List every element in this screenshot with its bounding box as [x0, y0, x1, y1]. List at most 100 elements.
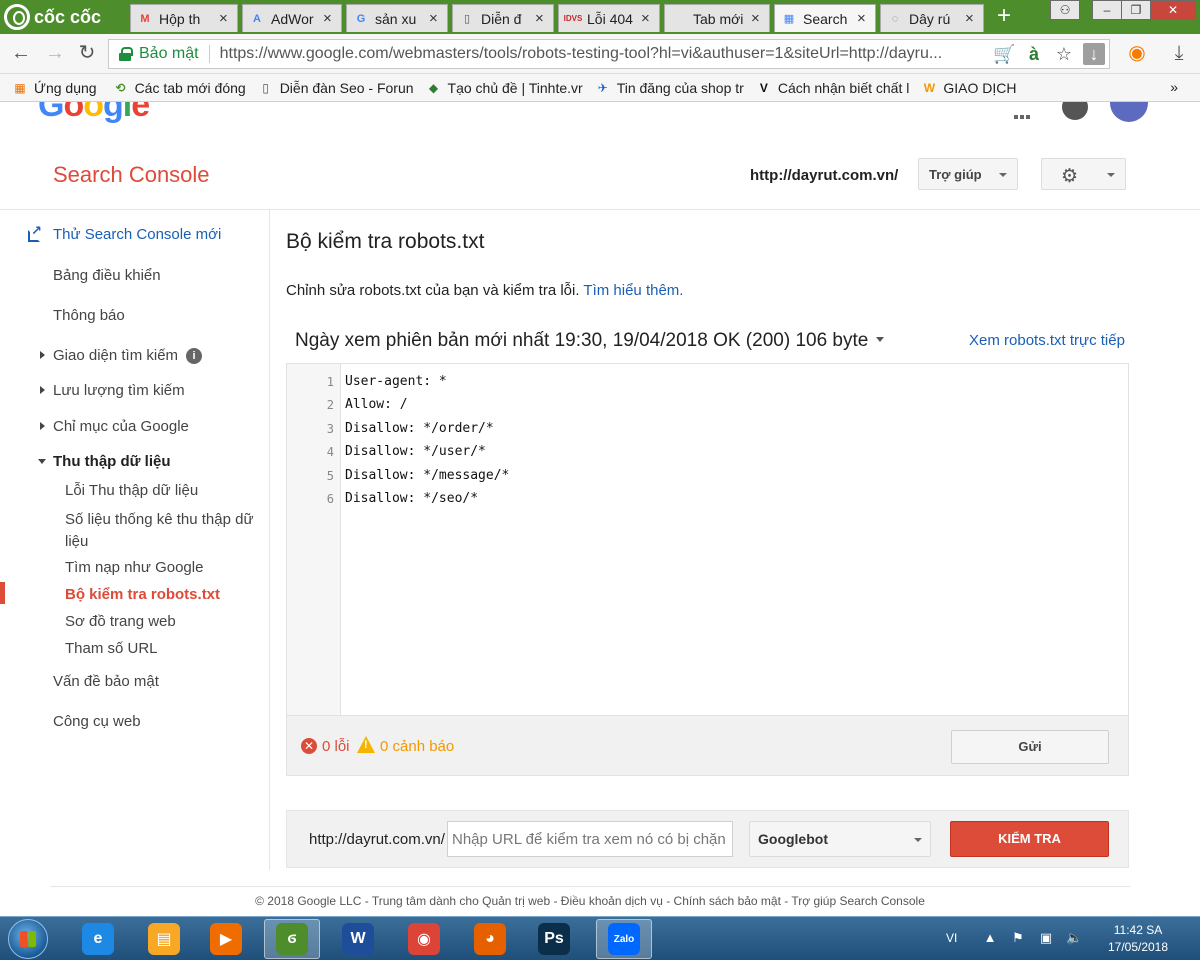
translate-icon[interactable]: à — [1023, 43, 1045, 65]
test-url-input[interactable] — [447, 821, 733, 857]
close-tab-icon[interactable]: × — [751, 10, 763, 27]
new-tab-button[interactable]: + — [992, 4, 1016, 29]
close-tab-icon[interactable]: × — [965, 10, 977, 27]
taskbar-app[interactable]: ϭ — [264, 919, 320, 959]
user-agent-select[interactable]: Googlebot — [749, 821, 931, 857]
shopping-cart-icon[interactable]: 🛒 — [993, 43, 1015, 65]
start-button[interactable] — [8, 919, 48, 959]
taskbar-app[interactable]: W — [330, 919, 386, 959]
code-line[interactable]: Disallow: */message/* — [345, 468, 509, 483]
sidebar-item-web-tools[interactable]: Công cụ web — [53, 713, 141, 730]
bookmark-item[interactable]: ⟲ Các tab mới đóng — [113, 80, 246, 96]
google-logo[interactable]: Google — [38, 102, 150, 125]
bookmark-item[interactable]: V Cách nhận biết chất l — [756, 80, 910, 96]
more-bookmarks-icon[interactable]: » — [1170, 79, 1178, 95]
close-tab-icon[interactable]: × — [429, 10, 441, 27]
page-title[interactable]: Search Console — [53, 162, 210, 188]
tray-expand-icon[interactable]: ▲ — [982, 931, 998, 945]
settings-button[interactable]: ⚙ — [1041, 158, 1126, 190]
extension-icon[interactable]: ◉ — [1126, 42, 1148, 64]
browser-tab[interactable]: Tab mới × — [664, 4, 770, 32]
site-selector[interactable]: http://dayrut.com.vn/ — [750, 167, 898, 184]
taskbar-app[interactable]: Zalo — [596, 919, 652, 959]
code-line[interactable]: Allow: / — [345, 397, 408, 412]
forward-arrow-icon[interactable]: → — [44, 42, 66, 64]
bookmark-item[interactable]: ▯ Diễn đàn Seo - Forun — [258, 79, 414, 96]
sidebar-item-google-index[interactable]: Chỉ mục của Google — [40, 418, 189, 435]
taskbar-app[interactable]: ◕ — [462, 919, 518, 959]
taskbar-app[interactable]: Ps — [526, 919, 582, 959]
volume-icon[interactable]: 🔈 — [1066, 931, 1082, 945]
submit-button[interactable]: Gửi — [951, 730, 1109, 764]
system-clock[interactable]: 11:42 SA 17/05/2018 — [1096, 922, 1180, 956]
sidebar-subitem-crawl-stats[interactable]: Số liệu thống kê thu thập dữ liệu — [65, 509, 265, 553]
back-arrow-icon[interactable]: ← — [10, 42, 32, 64]
footer-links[interactable]: © 2018 Google LLC - Trung tâm dành cho Q… — [0, 894, 1180, 908]
browser-tab[interactable]: ◌ Dây rú × — [880, 4, 984, 32]
code-line[interactable]: Disallow: */seo/* — [345, 491, 478, 506]
learn-more-link[interactable]: Tìm hiểu thêm. — [583, 282, 683, 299]
sidebar-subitem-fetch-as-google[interactable]: Tìm nạp như Google — [65, 559, 203, 576]
bookmark-item[interactable]: ✈ Tin đăng của shop tr — [595, 80, 744, 96]
minimize-button[interactable]: – — [1092, 0, 1122, 20]
bookmark-item[interactable]: W GIAO DỊCH — [921, 80, 1017, 96]
test-button[interactable]: KIỂM TRA — [950, 821, 1109, 857]
browser-tab[interactable]: ▦ Search × — [774, 4, 876, 32]
taskbar-app[interactable]: e — [70, 919, 126, 959]
avatar[interactable] — [1110, 102, 1148, 122]
download-arrow-icon[interactable]: ↓ — [1083, 43, 1105, 65]
sidebar-item-search-appearance[interactable]: Giao diện tìm kiếm i — [40, 347, 203, 364]
downloads-icon[interactable]: ⤓ — [1168, 42, 1190, 64]
url-text[interactable]: https://www.google.com/webmasters/tools/… — [220, 45, 989, 63]
close-tab-icon[interactable]: × — [857, 10, 869, 27]
bookmark-item[interactable]: ▦ Ứng dụng — [12, 80, 96, 96]
reload-icon[interactable]: ↻ — [76, 42, 98, 64]
sidebar-subitem-robots-tester[interactable]: Bộ kiểm tra robots.txt — [65, 586, 220, 603]
browser-tab[interactable]: IDVS Lỗi 404 × — [558, 4, 660, 32]
code-line[interactable]: Disallow: */order/* — [345, 421, 494, 436]
language-indicator[interactable]: VI — [946, 931, 957, 945]
browser-tab[interactable]: Gsản xu × — [346, 4, 448, 32]
sidebar-item-dashboard[interactable]: Bảng điều khiển — [53, 267, 161, 284]
tab-label: AdWor — [271, 10, 314, 27]
close-tab-icon[interactable]: × — [323, 10, 335, 27]
apps-grid-icon: ▦ — [14, 80, 26, 95]
sidebar-subitem-url-parameters[interactable]: Tham số URL — [65, 640, 158, 657]
close-tab-icon[interactable]: × — [641, 10, 653, 27]
sidebar-item-search-traffic[interactable]: Lưu lượng tìm kiếm — [40, 382, 185, 399]
sidebar-item-try-new[interactable]: Thử Search Console mới — [53, 226, 221, 243]
browser-tab[interactable]: A AdWor × — [242, 4, 342, 32]
code-line[interactable]: User-agent: * — [345, 374, 447, 389]
notifications-icon[interactable] — [1062, 102, 1088, 120]
sidebar-item-crawl[interactable]: Thu thập dữ liệu — [38, 453, 171, 470]
sidebar-item-security-issues[interactable]: Vấn đề bảo mật — [53, 673, 159, 690]
bookmark-label: Diễn đàn Seo - Forun — [279, 79, 414, 96]
code-line[interactable]: Disallow: */user/* — [345, 444, 486, 459]
taskbar-app[interactable]: ▶ — [198, 919, 254, 959]
close-tab-icon[interactable]: × — [219, 10, 231, 27]
version-dropdown[interactable]: Ngày xem phiên bản mới nhất 19:30, 19/04… — [295, 330, 885, 352]
browser-brand[interactable]: cốc cốc — [4, 3, 128, 31]
taskbar-app[interactable]: ▤ — [136, 919, 192, 959]
sidebar-subitem-crawl-errors[interactable]: Lỗi Thu thập dữ liệu — [65, 482, 198, 499]
close-tab-icon[interactable]: × — [535, 10, 547, 27]
address-bar[interactable]: Bảo mật https://www.google.com/webmaster… — [108, 39, 1110, 69]
sidebar-subitem-sitemaps[interactable]: Sơ đồ trang web — [65, 613, 176, 630]
bookmark-item[interactable]: ◆ Tạo chủ đề | Tinhte.vr — [426, 80, 583, 96]
browser-tab[interactable]: M Hộp th × — [130, 4, 238, 32]
maximize-button[interactable]: ❐ — [1121, 0, 1151, 20]
robots-editor[interactable]: 1 2 3 4 5 6 User-agent: * Allow: / Disallow: */… — [286, 363, 1129, 716]
sidebar-item-messages[interactable]: Thông báo — [53, 307, 125, 324]
taskbar-app[interactable]: ◉ — [396, 919, 452, 959]
network-warning-icon[interactable]: ⚑ — [1010, 931, 1026, 945]
action-center-icon[interactable]: ▣ — [1038, 931, 1054, 945]
google-apps-icon[interactable] — [1014, 106, 1034, 119]
view-live-robots-link[interactable]: Xem robots.txt trực tiếp — [969, 332, 1125, 349]
bookmark-star-icon[interactable]: ☆ — [1053, 43, 1075, 65]
help-button[interactable]: Trợ giúp — [918, 158, 1018, 190]
browser-tab[interactable]: ▯ Diễn đ × — [452, 4, 554, 32]
close-window-button[interactable]: ✕ — [1150, 0, 1196, 20]
info-icon[interactable]: i — [186, 348, 203, 364]
profile-button[interactable]: ⚇ — [1050, 0, 1080, 20]
bookmark-label: Cách nhận biết chất l — [777, 79, 910, 96]
